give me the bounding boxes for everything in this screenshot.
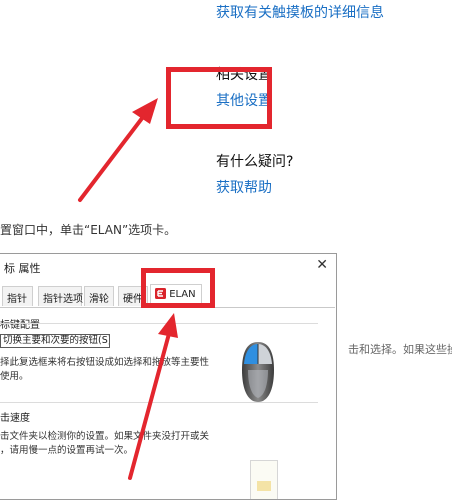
arrow-to-other-settings: [78, 111, 148, 202]
arrowhead-icon: [158, 313, 178, 338]
arrowhead-icon: [132, 98, 158, 124]
annotation-arrows: [78, 98, 178, 480]
arrow-to-elan-tab: [128, 328, 172, 480]
